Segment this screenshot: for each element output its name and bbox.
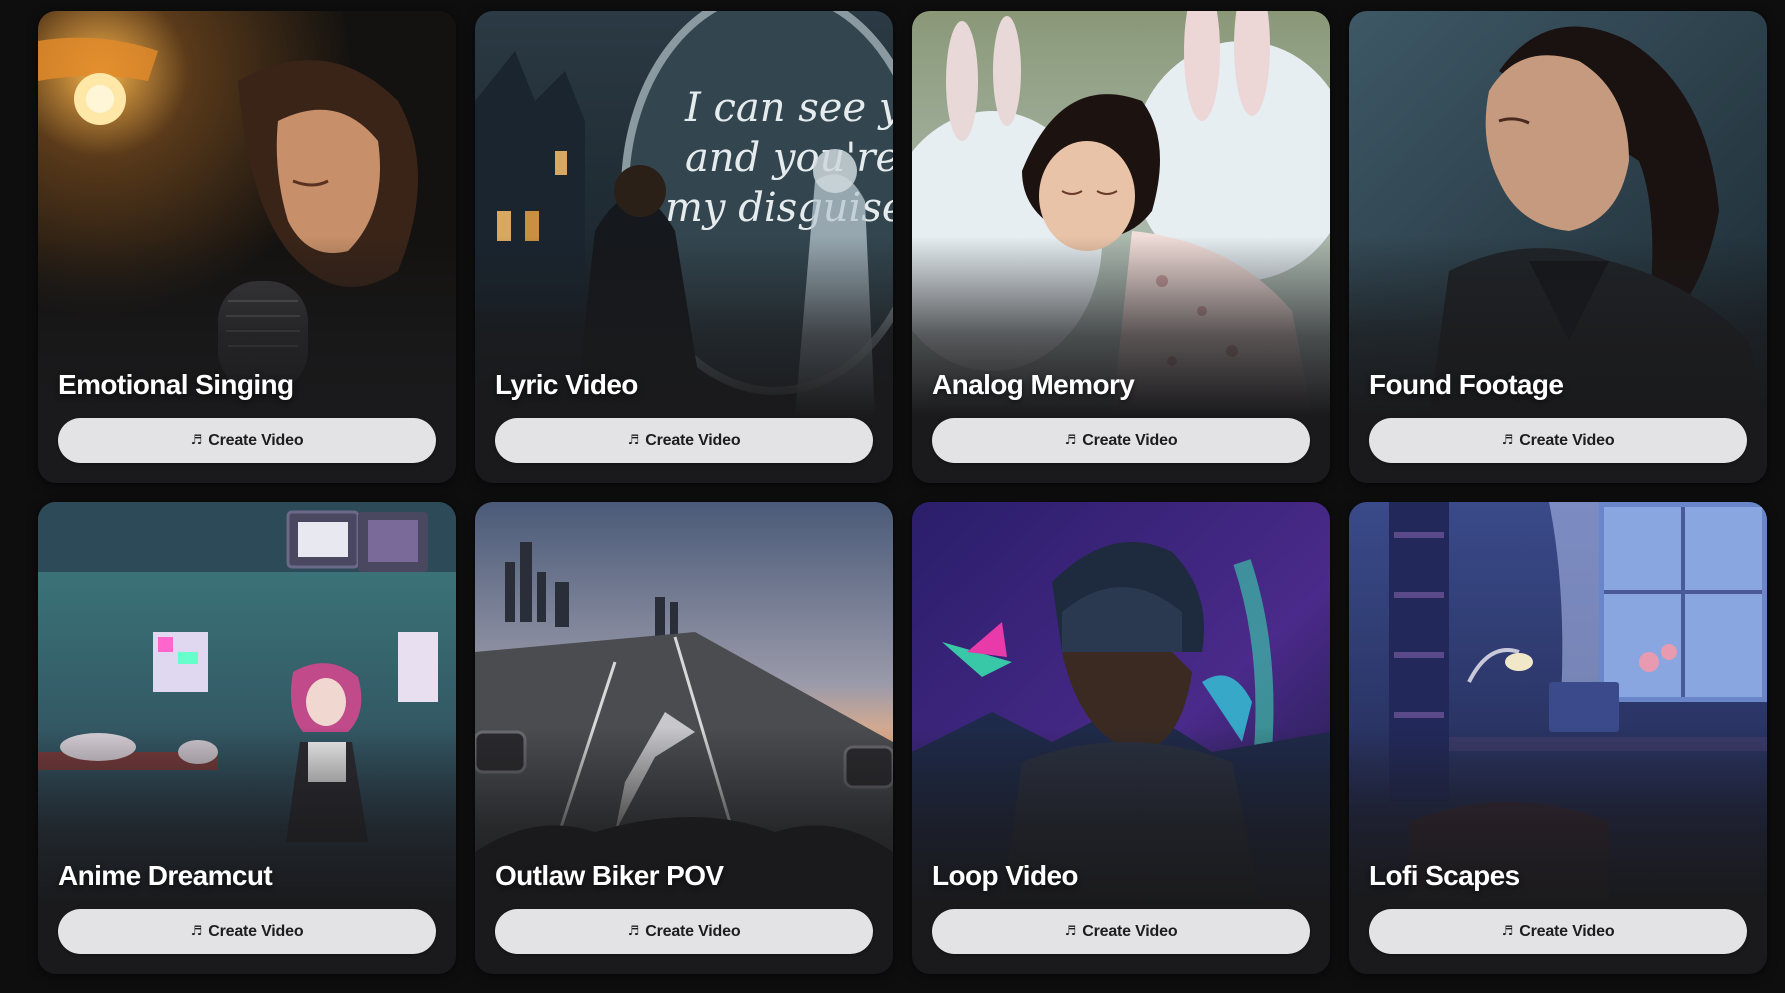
outlaw-biker-pov-thumbnail — [475, 502, 893, 907]
music-note-icon: ♬ — [627, 924, 640, 939]
card-title: Found Footage — [1369, 369, 1564, 400]
create-video-button[interactable]: ♬ Create Video — [58, 909, 436, 954]
music-note-icon: ♬ — [1501, 433, 1514, 448]
create-video-label: Create Video — [208, 431, 304, 449]
create-video-button[interactable]: ♬ Create Video — [932, 909, 1310, 954]
loop-video-thumbnail — [912, 502, 1330, 907]
template-gallery: Emotional Singing ♬ Create Video I can s… — [38, 11, 1767, 974]
create-video-button[interactable]: ♬ Create Video — [58, 418, 436, 463]
create-video-button[interactable]: ♬ Create Video — [1369, 909, 1747, 954]
template-card-emotional-singing[interactable]: Emotional Singing ♬ Create Video — [38, 11, 456, 483]
create-video-label: Create Video — [1082, 431, 1178, 449]
create-video-button[interactable]: ♬ Create Video — [495, 909, 873, 954]
card-title: Analog Memory — [932, 369, 1135, 400]
create-video-label: Create Video — [645, 922, 741, 940]
template-card-lyric-video[interactable]: I can see you and you're my disguise Lyr… — [475, 11, 893, 483]
emotional-singing-thumbnail — [38, 11, 456, 416]
found-footage-thumbnail — [1349, 11, 1767, 416]
template-card-outlaw-biker-pov[interactable]: Outlaw Biker POV ♬ Create Video — [475, 502, 893, 974]
card-title: Lyric Video — [495, 369, 638, 400]
card-title: Emotional Singing — [58, 369, 294, 400]
lofi-scapes-thumbnail — [1349, 502, 1767, 907]
template-card-anime-dreamcut[interactable]: Anime Dreamcut ♬ Create Video — [38, 502, 456, 974]
create-video-button[interactable]: ♬ Create Video — [495, 418, 873, 463]
create-video-label: Create Video — [1082, 922, 1178, 940]
card-title: Lofi Scapes — [1369, 860, 1520, 891]
music-note-icon: ♬ — [1064, 924, 1077, 939]
lyric-video-thumbnail: I can see you and you're my disguise — [475, 11, 893, 416]
music-note-icon: ♬ — [190, 924, 203, 939]
music-note-icon: ♬ — [627, 433, 640, 448]
music-note-icon: ♬ — [1501, 924, 1514, 939]
create-video-label: Create Video — [645, 431, 741, 449]
create-video-label: Create Video — [1519, 431, 1615, 449]
template-card-found-footage[interactable]: Found Footage ♬ Create Video — [1349, 11, 1767, 483]
analog-memory-thumbnail — [912, 11, 1330, 416]
card-title: Outlaw Biker POV — [495, 860, 724, 891]
card-title: Anime Dreamcut — [58, 860, 273, 891]
music-note-icon: ♬ — [190, 433, 203, 448]
create-video-button[interactable]: ♬ Create Video — [1369, 418, 1747, 463]
svg-text:and you're: and you're — [685, 135, 893, 181]
music-note-icon: ♬ — [1064, 433, 1077, 448]
template-card-loop-video[interactable]: Loop Video ♬ Create Video — [912, 502, 1330, 974]
template-card-lofi-scapes[interactable]: Lofi Scapes ♬ Create Video — [1349, 502, 1767, 974]
svg-text:I can see you: I can see you — [684, 85, 893, 131]
template-card-analog-memory[interactable]: Analog Memory ♬ Create Video — [912, 11, 1330, 483]
create-video-label: Create Video — [1519, 922, 1615, 940]
create-video-button[interactable]: ♬ Create Video — [932, 418, 1310, 463]
card-title: Loop Video — [932, 860, 1079, 891]
create-video-label: Create Video — [208, 922, 304, 940]
anime-dreamcut-thumbnail — [38, 502, 456, 907]
